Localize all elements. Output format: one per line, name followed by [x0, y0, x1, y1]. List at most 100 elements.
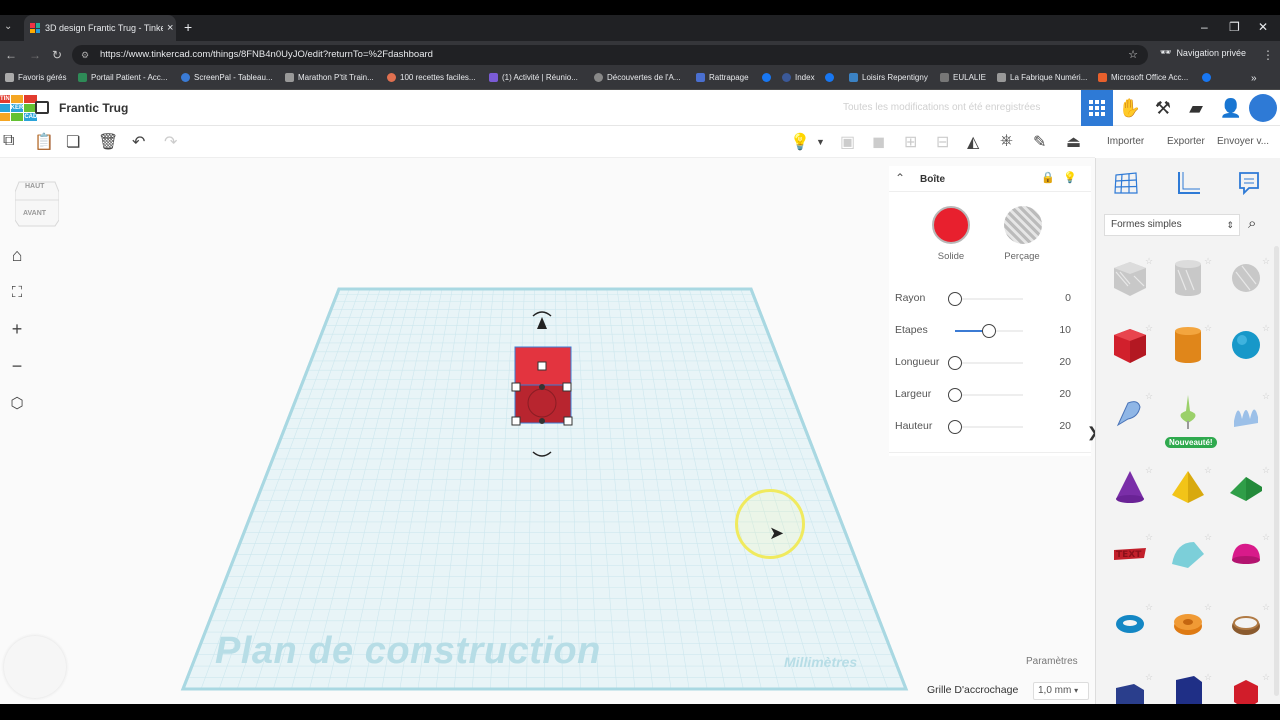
close-tab-icon[interactable]: ×: [167, 22, 173, 34]
property-value[interactable]: 10: [1041, 324, 1071, 336]
favorite-star-icon[interactable]: ☆: [1262, 672, 1270, 683]
mirror-icon[interactable]: ◭: [967, 132, 979, 152]
favorite-star-icon[interactable]: ☆: [1262, 532, 1270, 543]
property-value[interactable]: 20: [1041, 388, 1071, 400]
3d-view-button[interactable]: [1081, 90, 1113, 126]
export-button[interactable]: Exporter: [1167, 136, 1205, 147]
tab-search-icon[interactable]: ⌄: [4, 21, 12, 32]
favorite-star-icon[interactable]: ☆: [1145, 256, 1153, 267]
duplicate-icon[interactable]: ❏: [66, 132, 80, 152]
favorite-star-icon[interactable]: ☆: [1262, 391, 1270, 402]
ungroup-icon[interactable]: ◼: [872, 132, 885, 152]
scrollbar[interactable]: [1274, 246, 1279, 696]
favorite-star-icon[interactable]: ☆: [1204, 465, 1212, 476]
workplane-tool-button[interactable]: [1110, 168, 1142, 198]
design-list-icon[interactable]: [35, 101, 49, 114]
ruler-icon[interactable]: ✎: [1033, 132, 1046, 152]
workplane-icon[interactable]: ⏏: [1066, 132, 1081, 152]
add-user-icon[interactable]: 👤: [1215, 90, 1247, 126]
collapse-panel-icon[interactable]: ❯: [1087, 424, 1095, 441]
minimize-icon[interactable]: –: [1201, 20, 1208, 34]
property-value[interactable]: 0: [1041, 292, 1071, 304]
property-slider-track[interactable]: [955, 426, 1023, 428]
avatar[interactable]: [1247, 90, 1279, 126]
new-tab-button[interactable]: +: [184, 19, 192, 35]
property-slider-knob[interactable]: [948, 292, 962, 306]
browser-menu-icon[interactable]: ⋮: [1262, 48, 1274, 62]
forward-icon[interactable]: →: [29, 48, 41, 62]
tinkercad-logo[interactable]: TIN KER CAD: [0, 95, 38, 121]
property-slider-knob[interactable]: [948, 356, 962, 370]
reload-icon[interactable]: ↻: [52, 48, 62, 62]
bookmark-item[interactable]: Loisirs Repentigny: [849, 73, 928, 82]
favorite-star-icon[interactable]: ☆: [1262, 602, 1270, 613]
bookmark-item[interactable]: La Fabrique Numéri...: [997, 73, 1087, 82]
back-icon[interactable]: ←: [5, 48, 17, 62]
navigation-wheel[interactable]: [4, 636, 66, 698]
bookmark-item[interactable]: Marathon P'tit Train...: [285, 73, 374, 82]
maximize-icon[interactable]: ❐: [1229, 20, 1240, 34]
chevron-down-icon[interactable]: ▼: [816, 137, 825, 147]
paste-icon[interactable]: 📋: [34, 132, 54, 152]
favorite-star-icon[interactable]: ☆: [1145, 465, 1153, 476]
zoom-out-icon[interactable]: −: [4, 353, 30, 379]
favorite-star-icon[interactable]: ☆: [1145, 532, 1153, 543]
close-window-icon[interactable]: ✕: [1258, 20, 1268, 34]
favorite-star-icon[interactable]: ☆: [1262, 256, 1270, 267]
bookmark-item[interactable]: EULALIE: [940, 73, 986, 82]
property-slider-track[interactable]: [955, 394, 1023, 396]
copy-icon[interactable]: ⧉: [3, 132, 14, 150]
property-slider-knob[interactable]: [948, 420, 962, 434]
collapse-icon[interactable]: ⌃: [895, 171, 905, 185]
bookmark-item[interactable]: ScreenPal - Tableau...: [181, 73, 273, 82]
orthographic-icon[interactable]: ⬡: [4, 390, 30, 416]
favorite-star-icon[interactable]: ☆: [1204, 323, 1212, 334]
light-bulb-icon[interactable]: 💡: [1063, 171, 1077, 184]
snap-grid-select[interactable]: 1,0 mm ▾: [1033, 682, 1089, 700]
import-button[interactable]: Importer: [1107, 136, 1144, 147]
home-view-icon[interactable]: ⌂: [4, 242, 30, 268]
favorite-star-icon[interactable]: ☆: [1262, 465, 1270, 476]
notes-tool-button[interactable]: [1233, 168, 1265, 198]
sim-lab-icon[interactable]: ⚒: [1147, 90, 1179, 126]
light-bulb-icon[interactable]: 💡: [790, 132, 810, 152]
ruler-tool-button[interactable]: [1172, 168, 1204, 198]
more-bookmarks-icon[interactable]: »: [1251, 73, 1257, 84]
send-button[interactable]: Envoyer v...: [1217, 136, 1269, 147]
favorite-star-icon[interactable]: ☆: [1262, 323, 1270, 334]
view-cube[interactable]: HAUT AVANT: [14, 176, 60, 227]
property-slider-track[interactable]: [955, 362, 1023, 364]
bookmark-item[interactable]: 100 recettes faciles...: [387, 73, 476, 82]
bookmark-item[interactable]: Rattrapage: [696, 73, 749, 82]
bookmark-item[interactable]: [825, 73, 834, 82]
bookmark-item[interactable]: (1) Activité | Réunio...: [489, 73, 578, 82]
bookmark-item[interactable]: Index: [782, 73, 815, 82]
new-shape[interactable]: [1166, 391, 1210, 435]
lock-icon[interactable]: 🔒: [1041, 171, 1055, 184]
delete-icon[interactable]: 🗑: [98, 132, 118, 152]
workspace-3d[interactable]: HAUT AVANT ⌂ ⛶ + − ⬡ Plan de constructio…: [0, 158, 1095, 704]
property-value[interactable]: 20: [1041, 420, 1071, 432]
property-slider-knob[interactable]: [948, 388, 962, 402]
flip-icon[interactable]: ⊟: [936, 132, 949, 152]
favorite-star-icon[interactable]: ☆: [1204, 532, 1212, 543]
design-title[interactable]: Frantic Trug: [59, 101, 128, 115]
favorite-star-icon[interactable]: ☆: [1145, 323, 1153, 334]
cruise-icon[interactable]: ⎈: [1000, 132, 1013, 150]
favorite-star-icon[interactable]: ☆: [1145, 602, 1153, 613]
search-icon[interactable]: ⌕: [1248, 215, 1256, 232]
redo-icon[interactable]: ↷: [164, 132, 177, 152]
favorite-star-icon[interactable]: ☆: [1145, 391, 1153, 402]
group-icon[interactable]: ▣: [840, 132, 855, 152]
favorite-star-icon[interactable]: ☆: [1204, 672, 1212, 683]
favorite-star-icon[interactable]: ☆: [1145, 672, 1153, 683]
bookmark-item[interactable]: Favoris gérés: [5, 73, 66, 82]
property-slider-knob[interactable]: [982, 324, 996, 338]
private-browsing-indicator[interactable]: 🕶 Navigation privée: [1160, 47, 1246, 58]
bookmark-item[interactable]: Portail Patient - Acc...: [78, 73, 167, 82]
solid-color-button[interactable]: [932, 206, 970, 244]
bookmark-star-icon[interactable]: ☆: [1128, 45, 1138, 65]
site-info-icon[interactable]: ⚙: [81, 45, 89, 65]
shape-category-select[interactable]: Formes simples ⇕: [1104, 214, 1240, 236]
fit-view-icon[interactable]: ⛶: [4, 279, 30, 305]
